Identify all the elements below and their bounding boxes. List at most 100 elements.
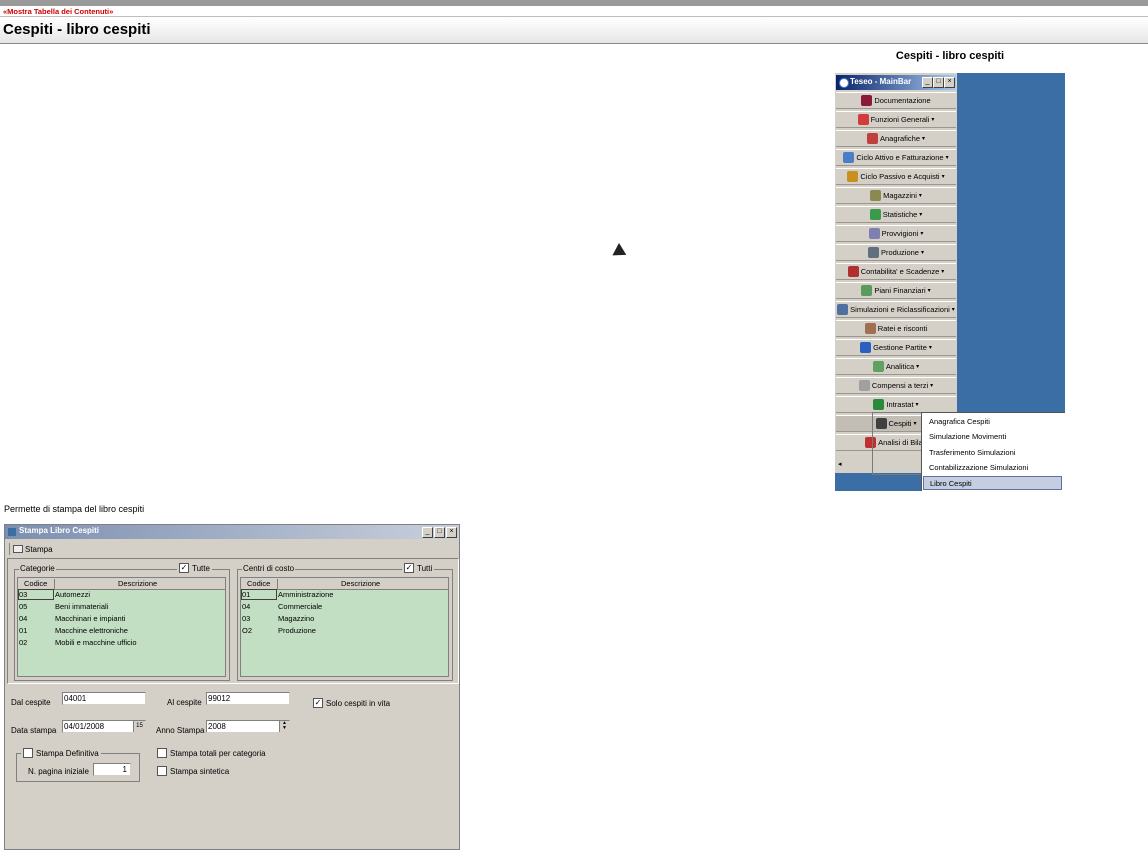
cell-descrizione: Macchinari e impianti: [55, 614, 126, 623]
data-stampa-label: Data stampa: [11, 726, 57, 735]
scroll-left-arrow[interactable]: ◂: [838, 460, 842, 468]
pagina-iniziale-input[interactable]: 1: [93, 763, 131, 776]
centri-grid[interactable]: Codice Descrizione 01 Amministrazione 04 Comm…: [240, 577, 449, 677]
cell-descrizione: Mobili e macchine ufficio: [55, 638, 137, 647]
ledger-icon: [847, 266, 859, 277]
table-row[interactable]: 04 Commerciale: [241, 601, 448, 613]
table-row[interactable]: 04 Macchinari e impianti: [18, 613, 225, 625]
mainbar-item[interactable]: Provvigioni ▾: [836, 225, 956, 242]
mainbar-item[interactable]: Intrastat ▾: [836, 396, 956, 413]
calendar-icon[interactable]: 15: [133, 721, 145, 732]
dropdown-arrow-icon: ▾: [918, 193, 922, 199]
column-header-codice[interactable]: Codice: [24, 579, 47, 588]
submenu-item[interactable]: Simulazione Movimenti: [923, 430, 1062, 444]
print-button[interactable]: Stampa: [13, 542, 53, 556]
al-cespite-input[interactable]: 99012: [206, 692, 290, 705]
cell-codice: 04: [19, 614, 28, 623]
cell-codice: 01: [19, 626, 28, 635]
mainbar-item[interactable]: Funzioni Generali ▾: [836, 111, 956, 128]
dialog-app-icon: [8, 528, 16, 536]
solo-in-vita-checkbox[interactable]: ✓ Solo cespiti in vita: [313, 698, 390, 708]
filters-group: Categorie ✓ Tutte Codice Descrizione 03 Aut…: [7, 558, 459, 684]
column-header-descrizione[interactable]: Descrizione: [118, 579, 157, 588]
totali-categoria-check-icon[interactable]: [157, 748, 167, 758]
mainbar-title: Teseo - MainBar: [850, 77, 912, 86]
cell-codice: 03: [18, 589, 54, 600]
dropdown-arrow-icon: ▾: [919, 212, 923, 218]
table-row[interactable]: 03 Magazzino: [241, 613, 448, 625]
table-row[interactable]: 02 Mobili e macchine ufficio: [18, 637, 225, 649]
categorie-grid[interactable]: Codice Descrizione 03 Automezzi 05 Beni immat…: [17, 577, 226, 677]
warehouse-icon: [870, 190, 882, 201]
submenu-item[interactable]: Trasferimento Simulazioni: [923, 446, 1062, 460]
maximize-icon[interactable]: □: [933, 77, 944, 88]
sintetica-checkbox[interactable]: Stampa sintetica: [157, 766, 229, 776]
anno-stampa-input[interactable]: 2008 ▲ ▼: [206, 720, 290, 733]
minimize-icon[interactable]: _: [922, 77, 933, 88]
mainbar-item-label: Simulazioni e Riclassificazioni: [850, 305, 950, 314]
table-row[interactable]: 01 Macchine elettroniche: [18, 625, 225, 637]
mainbar-item-label: Documentazione: [874, 96, 931, 105]
mainbar-item[interactable]: Contabilita' e Scadenze ▾: [836, 263, 956, 280]
table-row[interactable]: 01 Amministrazione: [241, 589, 448, 601]
close-icon[interactable]: ×: [944, 77, 955, 88]
spinner-icon[interactable]: ▲ ▼: [279, 721, 289, 732]
tutti-checkbox[interactable]: ✓ Tutti: [402, 563, 435, 573]
cell-descrizione: Commerciale: [278, 602, 323, 611]
mainbar-item[interactable]: Magazzini ▾: [836, 187, 956, 204]
al-cespite-label: Al cespite: [167, 698, 202, 707]
table-row[interactable]: 05 Beni immateriali: [18, 601, 225, 613]
solo-in-vita-check-icon[interactable]: ✓: [313, 698, 323, 708]
submenu-item[interactable]: Libro Cespiti: [923, 476, 1062, 491]
mainbar-item-label: Ciclo Attivo e Fatturazione: [856, 153, 944, 162]
cell-descrizione: Beni immateriali: [55, 602, 109, 611]
totali-categoria-checkbox[interactable]: Stampa totali per categoria: [157, 748, 266, 758]
tutte-checkbox[interactable]: ✓ Tutte: [177, 563, 212, 573]
mainbar-item-label: Ratei e risconti: [877, 324, 928, 333]
dropdown-arrow-icon: ▾: [915, 402, 919, 408]
tutti-check-icon[interactable]: ✓: [404, 563, 414, 573]
mainbar-item[interactable]: Compensi a terzi ▾: [836, 377, 956, 394]
column-header-codice[interactable]: Codice: [247, 579, 270, 588]
sintetica-check-icon[interactable]: [157, 766, 167, 776]
totali-categoria-label: Stampa totali per categoria: [170, 748, 266, 758]
sintetica-label: Stampa sintetica: [170, 766, 230, 776]
cell-descrizione: Produzione: [278, 626, 316, 635]
submenu-item[interactable]: Contabilizzazione Simulazioni: [923, 461, 1062, 475]
dropdown-arrow-icon: ▾: [928, 345, 932, 351]
tutti-label: Tutti: [417, 563, 433, 573]
mainbar-item[interactable]: Gestione Partite ▾: [836, 339, 956, 356]
maximize-icon[interactable]: □: [434, 527, 445, 538]
accruals-icon: [864, 323, 876, 334]
show-toc-link[interactable]: «Mostra Tabella dei Contenuti»: [3, 7, 113, 16]
data-stampa-input[interactable]: 04/01/2008 15: [62, 720, 146, 733]
dropdown-arrow-icon: ▾: [951, 307, 955, 313]
mainbar-item[interactable]: Ratei e risconti: [836, 320, 956, 337]
close-icon[interactable]: ×: [446, 527, 457, 538]
mainbar-item-label: Produzione: [881, 248, 919, 257]
mainbar-item[interactable]: Piani Finanziari ▾: [836, 282, 956, 299]
mainbar-item[interactable]: Documentazione: [836, 92, 956, 109]
stampa-definitiva-checkbox[interactable]: Stampa Definitiva: [21, 748, 101, 758]
dal-cespite-input[interactable]: 04001: [62, 692, 146, 705]
top-strip: [0, 0, 1148, 6]
mainbar-item[interactable]: Ciclo Passivo e Acquisti ▾: [836, 168, 956, 185]
tutte-check-icon[interactable]: ✓: [179, 563, 189, 573]
mainbar-item[interactable]: Simulazioni e Riclassificazioni ▾: [836, 301, 956, 318]
mainbar-item[interactable]: Statistiche ▾: [836, 206, 956, 223]
functions-icon: [857, 114, 869, 125]
stampa-definitiva-check-icon[interactable]: [23, 748, 33, 758]
cespiti-submenu: Anagrafica Cespiti Simulazione Movimenti T…: [921, 412, 1065, 491]
dialog-title: Stampa Libro Cespiti: [19, 526, 100, 535]
mainbar-item[interactable]: Anagrafiche ▾: [836, 130, 956, 147]
cespiti-frame: [872, 412, 922, 475]
categorie-fieldset: Categorie ✓ Tutte Codice Descrizione 03 Aut…: [14, 563, 230, 681]
table-row[interactable]: 03 Automezzi: [18, 589, 225, 601]
mainbar-item[interactable]: Ciclo Attivo e Fatturazione ▾: [836, 149, 956, 166]
mainbar-item[interactable]: Analitica ▾: [836, 358, 956, 375]
table-row[interactable]: O2 Produzione: [241, 625, 448, 637]
submenu-item[interactable]: Anagrafica Cespiti: [923, 415, 1062, 429]
mainbar-item[interactable]: Produzione ▾: [836, 244, 956, 261]
minimize-icon[interactable]: _: [422, 527, 433, 538]
column-header-descrizione[interactable]: Descrizione: [341, 579, 380, 588]
